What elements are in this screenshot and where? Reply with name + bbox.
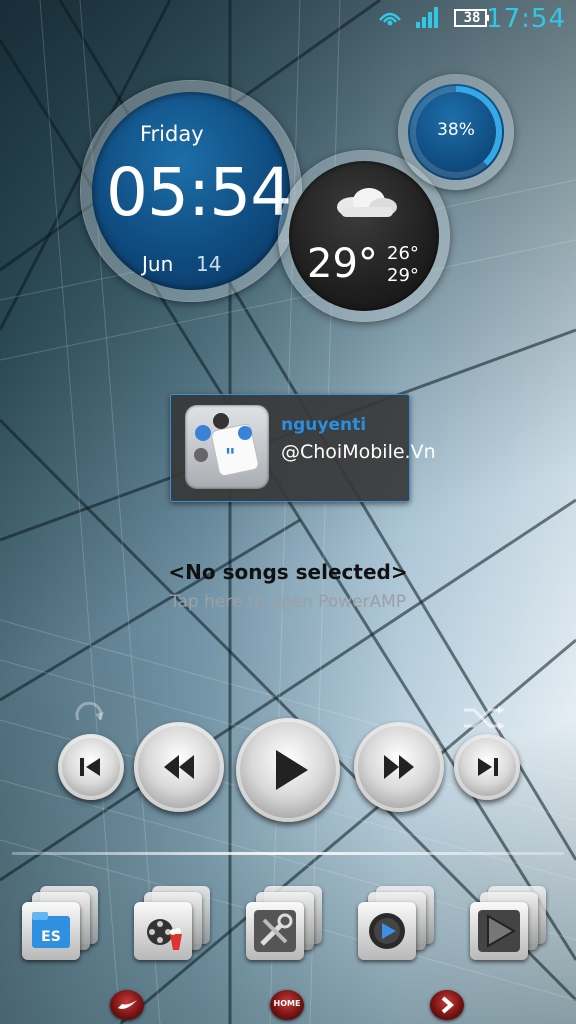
shuffle-icon[interactable] [462,702,506,734]
weather-face: 29° 26° 29° [289,161,439,311]
date-month: Jun [142,252,174,276]
movie-icon [147,919,182,950]
home-button[interactable]: HOME [270,990,304,1020]
social-widget[interactable]: " nguyenti @ChoiMobile.Vn [170,394,436,502]
low-temperature: 29° [387,265,419,286]
social-app-icon: " [185,405,269,489]
battery-icon: 38 [454,8,490,28]
svg-text:": " [225,444,235,468]
now-playing-title[interactable]: <No songs selected> [0,560,576,584]
play-store-icon [478,910,520,952]
menu-button[interactable] [430,990,464,1020]
speech-bubble-icon: " [194,413,259,477]
play-button[interactable] [236,718,340,822]
status-clock: 17:54 [486,4,566,34]
rewind-icon [164,755,194,779]
weekday-label: Friday [140,122,204,146]
dock-app-media-player[interactable] [356,882,434,968]
dock-app-file-manager[interactable]: ES [20,882,98,968]
skip-previous-icon [80,758,100,776]
media-player-icon [369,913,405,949]
file-manager-icon: ES [32,912,70,948]
battery-widget[interactable]: 38% [398,74,514,190]
high-temperature: 26° [387,243,419,264]
now-playing-subtitle[interactable]: Tap here to open PowerAMP [0,592,576,612]
battery-percent-label: 38% [437,120,475,140]
signal-icon [416,7,438,28]
home-label: HOME [273,999,301,1008]
next-track-button[interactable] [454,734,520,800]
battery-progress-ring: 38% [410,86,502,178]
skip-next-icon [478,758,498,776]
status-bar: 38 17:54 [0,0,576,40]
current-temperature: 29° [307,241,378,287]
tweet-username[interactable]: nguyenti [281,415,366,435]
swoosh-icon [118,1000,137,1009]
tools-icon [254,910,296,952]
dock-app-movies[interactable] [132,882,210,968]
fast-forward-icon [384,755,414,779]
dock-app-tools[interactable] [244,882,322,968]
clock-time: 05:54 [106,154,292,231]
tweet-text: @ChoiMobile.Vn [281,441,436,463]
chevron-right-icon [441,996,455,1014]
previous-track-button[interactable] [58,734,124,800]
dock-divider [12,852,564,855]
back-button[interactable] [110,990,144,1020]
wifi-icon [379,12,401,26]
repeat-icon[interactable] [70,700,108,734]
cloud-icon [337,188,397,217]
date-day: 14 [196,252,222,276]
clock-face: Friday 05:54 Jun 14 [92,92,292,290]
play-icon [276,750,308,790]
dock-app-play-store[interactable] [468,882,546,968]
svg-text:ES: ES [41,929,61,945]
fast-forward-button[interactable] [354,722,444,812]
battery-level-text: 38 [463,10,481,26]
rewind-button[interactable] [134,722,224,812]
clock-widget[interactable]: Friday 05:54 Jun 14 [80,80,302,302]
